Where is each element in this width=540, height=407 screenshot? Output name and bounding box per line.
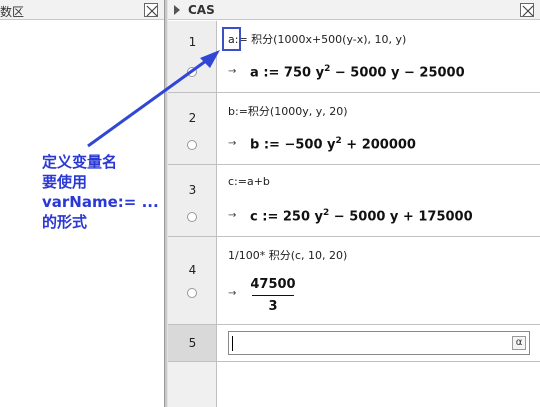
annotation-note: 定义变量名 要使用 varName:= ... 的形式: [42, 152, 159, 232]
annotation-line-4: 的形式: [42, 213, 88, 231]
annotation-line-1: 定义变量名: [42, 153, 118, 171]
annotation-line-2: 要使用: [42, 173, 88, 191]
annotation-line-3: varName:= ...: [42, 193, 159, 211]
